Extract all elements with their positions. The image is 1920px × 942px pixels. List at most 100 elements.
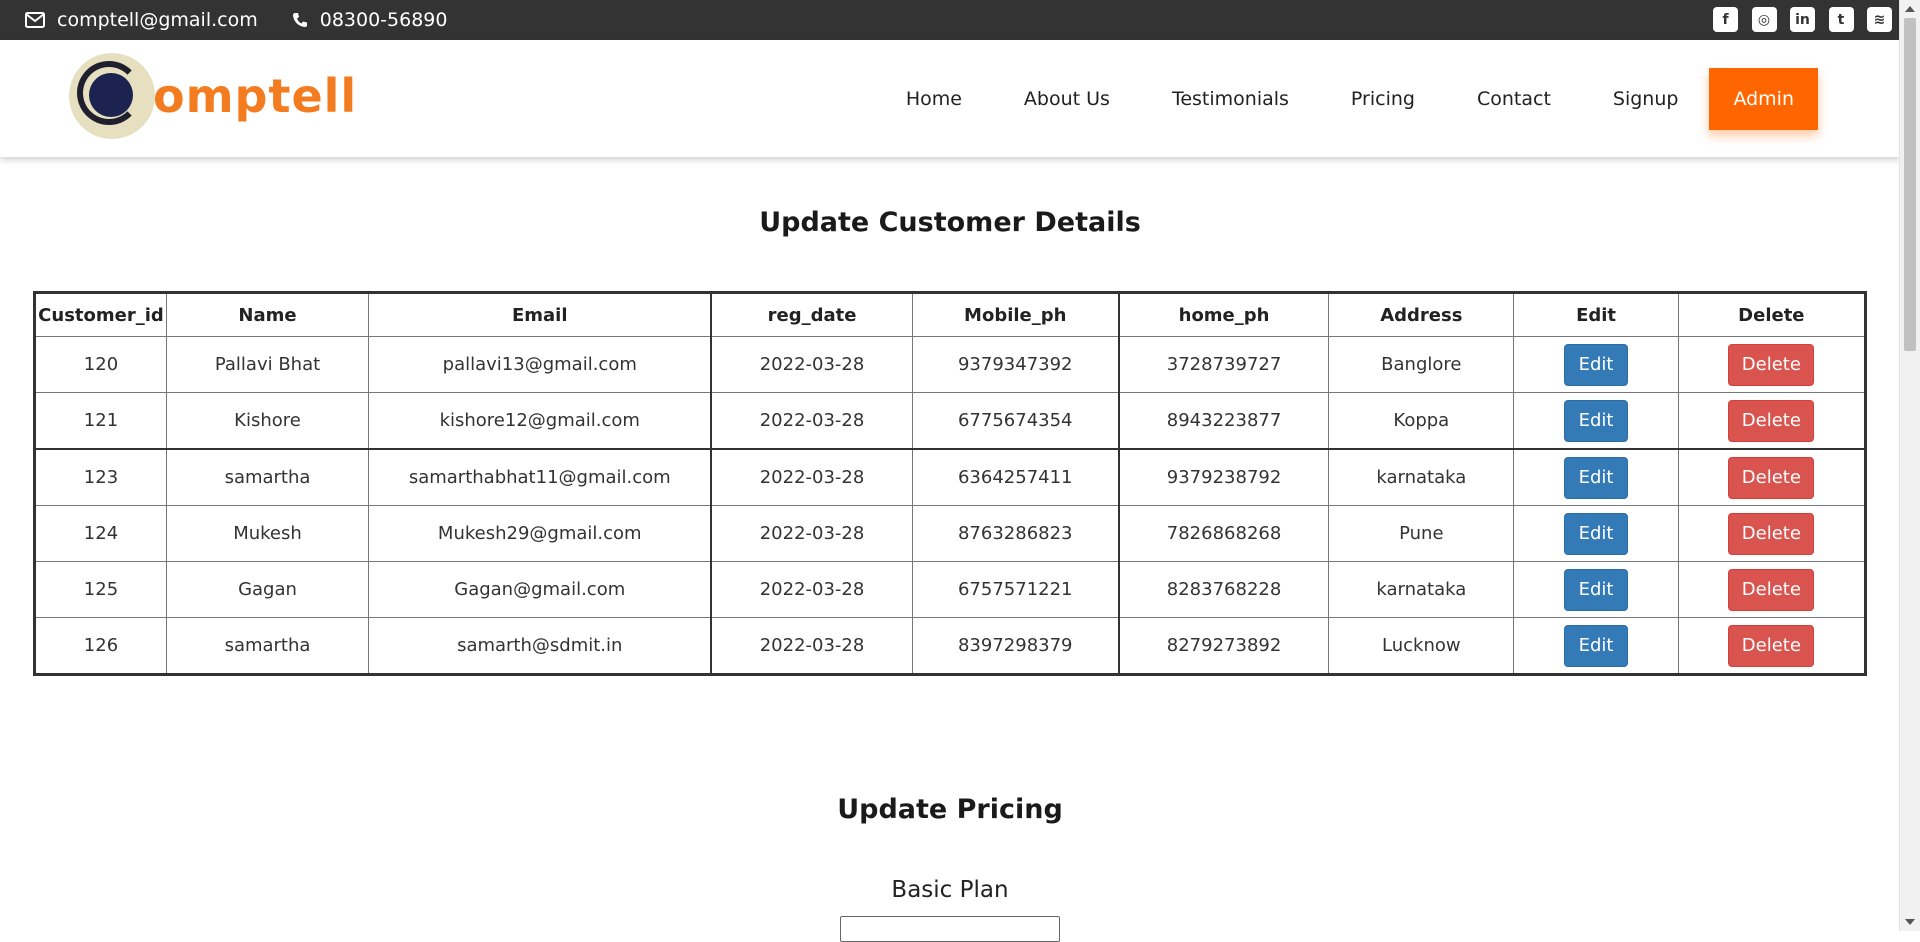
basic-plan-label: Basic Plan bbox=[891, 877, 1009, 903]
edit-cell: Edit bbox=[1513, 448, 1679, 506]
top-contact-bar: comptell@gmail.com 08300-56890 f ◎ in t … bbox=[0, 0, 1900, 40]
customers-table: Customer_id Name Email reg_date Mobile_p… bbox=[33, 291, 1867, 676]
table-row: 121 Kishore kishore12@gmail.com 2022-03-28 6… bbox=[34, 392, 1867, 450]
customer-id-cell: 124 bbox=[34, 505, 167, 562]
basic-plan-input[interactable] bbox=[840, 916, 1060, 942]
reg-date-cell: 2022-03-28 bbox=[710, 505, 913, 562]
facebook-icon[interactable]: f bbox=[1713, 7, 1738, 32]
home-ph-cell: 3728739727 bbox=[1118, 336, 1330, 393]
table-row: 126 samartha samarth@sdmit.in 2022-03-28 839… bbox=[34, 617, 1867, 675]
email-cell: samarthabhat11@gmail.com bbox=[368, 448, 713, 506]
scroll-down-arrow-icon[interactable] bbox=[1905, 919, 1915, 925]
edit-button[interactable]: Edit bbox=[1564, 456, 1629, 499]
table-header-row: Customer_id Name Email reg_date Mobile_p… bbox=[34, 292, 1867, 337]
table-row: 125 Gagan Gagan@gmail.com 2022-03-28 6757571… bbox=[34, 561, 1867, 618]
customer-id-cell: 120 bbox=[34, 336, 167, 393]
facebook-glyph: f bbox=[1722, 11, 1729, 28]
delete-cell: Delete bbox=[1677, 561, 1867, 618]
twitter-glyph: t bbox=[1837, 11, 1845, 28]
edit-cell: Edit bbox=[1513, 392, 1679, 450]
col-delete: Delete bbox=[1677, 292, 1867, 337]
edit-button[interactable]: Edit bbox=[1564, 399, 1629, 442]
table-row: 120 Pallavi Bhat pallavi13@gmail.com 2022-0… bbox=[34, 336, 1867, 393]
phone-contact[interactable]: 08300-56890 bbox=[292, 9, 448, 31]
home-ph-cell: 7826868268 bbox=[1118, 505, 1330, 562]
linkedin-glyph: in bbox=[1795, 11, 1810, 28]
table-row: 124 Mukesh Mukesh29@gmail.com 2022-03-28 876… bbox=[34, 505, 1867, 562]
linkedin-icon[interactable]: in bbox=[1790, 7, 1815, 32]
contact-info: comptell@gmail.com 08300-56890 bbox=[25, 9, 481, 31]
col-address: Address bbox=[1328, 292, 1515, 337]
envelope-icon bbox=[25, 12, 45, 28]
nav-admin-button[interactable]: Admin bbox=[1709, 68, 1818, 130]
logo-globe bbox=[89, 73, 133, 117]
name-cell: Pallavi Bhat bbox=[165, 336, 370, 393]
delete-cell: Delete bbox=[1677, 392, 1867, 450]
address-cell: Lucknow bbox=[1328, 617, 1515, 675]
home-ph-cell: 8279273892 bbox=[1118, 617, 1330, 675]
nav-pricing[interactable]: Pricing bbox=[1320, 68, 1446, 130]
edit-button[interactable]: Edit bbox=[1564, 343, 1629, 386]
edit-button[interactable]: Edit bbox=[1564, 568, 1629, 611]
delete-button[interactable]: Delete bbox=[1728, 399, 1815, 442]
col-customer-id: Customer_id bbox=[34, 292, 167, 337]
home-ph-cell: 8943223877 bbox=[1118, 392, 1330, 450]
email-cell: Mukesh29@gmail.com bbox=[368, 505, 713, 562]
nav-about-us[interactable]: About Us bbox=[993, 68, 1141, 130]
nav-signup[interactable]: Signup bbox=[1582, 68, 1710, 130]
delete-button[interactable]: Delete bbox=[1728, 568, 1815, 611]
reg-date-cell: 2022-03-28 bbox=[710, 336, 913, 393]
nav-menu: Home About Us Testimonials Pricing Conta… bbox=[875, 68, 1818, 130]
col-email: Email bbox=[368, 292, 713, 337]
name-cell: Gagan bbox=[165, 561, 370, 618]
table-row: 123 samartha samarthabhat11@gmail.com 2022-… bbox=[34, 448, 1867, 506]
reg-date-cell: 2022-03-28 bbox=[710, 392, 913, 450]
col-edit: Edit bbox=[1513, 292, 1679, 337]
rss-glyph: ≋ bbox=[1873, 11, 1886, 28]
customers-table-body: 120 Pallavi Bhat pallavi13@gmail.com 2022-0… bbox=[34, 336, 1867, 675]
name-cell: samartha bbox=[165, 448, 370, 506]
address-cell: Koppa bbox=[1328, 392, 1515, 450]
phone-text: 08300-56890 bbox=[319, 9, 448, 31]
scrollbar-thumb[interactable] bbox=[1904, 18, 1916, 351]
reg-date-cell: 2022-03-28 bbox=[710, 617, 913, 675]
nav-home[interactable]: Home bbox=[875, 68, 993, 130]
customer-id-cell: 121 bbox=[34, 392, 167, 450]
brand-logo[interactable]: omptell bbox=[69, 53, 357, 139]
mobile-ph-cell: 8763286823 bbox=[911, 505, 1120, 562]
name-cell: Kishore bbox=[165, 392, 370, 450]
edit-cell: Edit bbox=[1513, 561, 1679, 618]
address-cell: karnataka bbox=[1328, 448, 1515, 506]
page-scrollbar[interactable] bbox=[1899, 0, 1920, 931]
twitter-icon[interactable]: t bbox=[1828, 7, 1854, 32]
social-links: f ◎ in t ≋ bbox=[1700, 7, 1892, 32]
nav-contact[interactable]: Contact bbox=[1446, 68, 1582, 130]
address-cell: Banglore bbox=[1328, 336, 1515, 393]
delete-button[interactable]: Delete bbox=[1728, 624, 1815, 667]
nav-testimonials[interactable]: Testimonials bbox=[1141, 68, 1320, 130]
col-reg-date: reg_date bbox=[710, 292, 913, 337]
edit-cell: Edit bbox=[1513, 505, 1679, 562]
address-cell: Pune bbox=[1328, 505, 1515, 562]
delete-button[interactable]: Delete bbox=[1728, 456, 1815, 499]
col-mobile-ph: Mobile_ph bbox=[911, 292, 1120, 337]
delete-button[interactable]: Delete bbox=[1728, 343, 1815, 386]
scroll-up-arrow-icon[interactable] bbox=[1905, 6, 1915, 12]
email-cell: kishore12@gmail.com bbox=[368, 392, 713, 450]
col-name: Name bbox=[165, 292, 370, 337]
logo-emblem bbox=[69, 53, 155, 139]
edit-button[interactable]: Edit bbox=[1564, 512, 1629, 555]
mobile-ph-cell: 6364257411 bbox=[911, 448, 1120, 506]
brand-wordmark: omptell bbox=[153, 69, 358, 123]
email-contact[interactable]: comptell@gmail.com bbox=[25, 9, 258, 31]
rss-icon[interactable]: ≋ bbox=[1867, 7, 1892, 32]
edit-button[interactable]: Edit bbox=[1564, 624, 1629, 667]
instagram-icon[interactable]: ◎ bbox=[1751, 7, 1777, 32]
reg-date-cell: 2022-03-28 bbox=[710, 561, 913, 618]
reg-date-cell: 2022-03-28 bbox=[710, 448, 913, 506]
mobile-ph-cell: 6757571221 bbox=[911, 561, 1120, 618]
customer-id-cell: 123 bbox=[34, 448, 167, 506]
delete-button[interactable]: Delete bbox=[1728, 512, 1815, 555]
delete-cell: Delete bbox=[1677, 505, 1867, 562]
edit-cell: Edit bbox=[1513, 617, 1679, 675]
